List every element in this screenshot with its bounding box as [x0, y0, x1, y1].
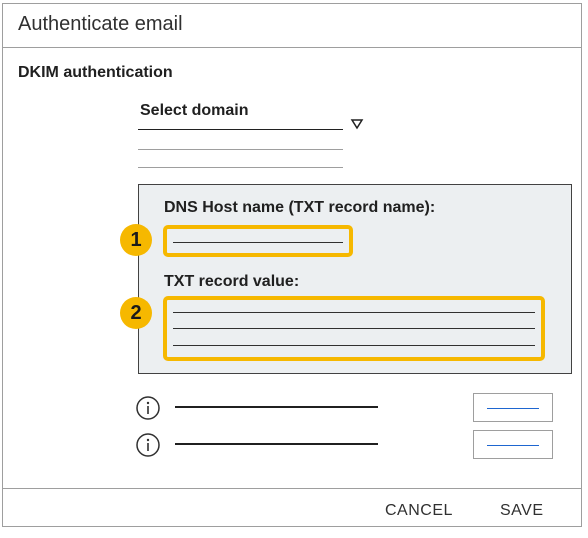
txt-record-value-line	[173, 328, 535, 329]
dialog-header: Authenticate email	[3, 4, 581, 48]
save-button[interactable]: SAVE	[494, 498, 550, 524]
callout-badge-2: 2	[120, 297, 152, 329]
callout-badge-1: 1	[120, 224, 152, 256]
select-domain-underline	[138, 129, 343, 130]
dialog-title: Authenticate email	[18, 13, 183, 35]
copy-button[interactable]	[473, 430, 553, 459]
txt-record-value-label: TXT record value:	[164, 273, 300, 290]
copy-button-label-line	[487, 408, 539, 409]
footer-divider	[3, 488, 581, 489]
info-icon[interactable]	[135, 395, 161, 421]
copy-button-label-line	[487, 445, 539, 446]
select-domain-dropdown[interactable]: Select domain	[138, 99, 378, 139]
select-domain-label: Select domain	[140, 102, 249, 119]
txt-record-value-field-highlight[interactable]	[163, 296, 545, 361]
info-icon[interactable]	[135, 432, 161, 458]
section-title: DKIM authentication	[18, 64, 173, 81]
dns-host-name-label: DNS Host name (TXT record name):	[164, 199, 436, 216]
authenticate-email-dialog: Authenticate email DKIM authentication S…	[2, 3, 582, 527]
dns-host-name-value-line	[173, 242, 343, 243]
domain-option-placeholder	[138, 167, 343, 168]
txt-record-value-line	[173, 345, 535, 346]
cancel-button[interactable]: CANCEL	[379, 498, 459, 524]
txt-record-value-line	[173, 312, 535, 313]
record-row-value-line	[175, 406, 378, 408]
domain-option-placeholder	[138, 149, 343, 150]
triangle-down-icon[interactable]	[350, 116, 364, 130]
record-row-value-line	[175, 443, 378, 445]
dns-host-name-field-highlight[interactable]	[163, 225, 353, 257]
copy-button[interactable]	[473, 393, 553, 422]
dns-record-panel: DNS Host name (TXT record name): TXT rec…	[138, 184, 572, 374]
